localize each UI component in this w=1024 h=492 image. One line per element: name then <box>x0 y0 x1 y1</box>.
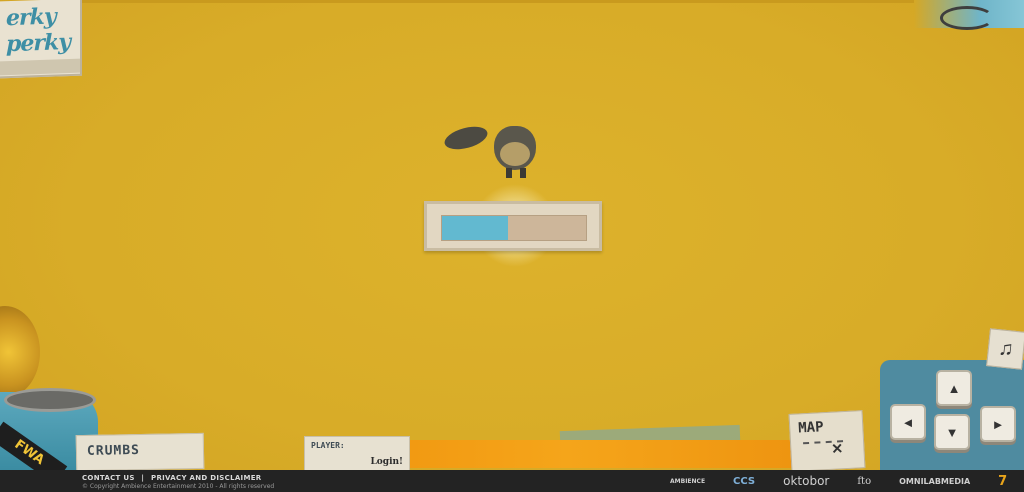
partner-logos: AMBIENCE CCS oktobor fto OMNILABMEDIA 7 <box>670 473 1007 489</box>
top-edge <box>80 0 914 3</box>
loading-bar-fill <box>442 216 509 240</box>
partner-oktobor[interactable]: oktobor <box>783 474 829 488</box>
loading-bar-track <box>441 215 587 241</box>
character-tail <box>442 122 490 154</box>
partner-fto[interactable]: fto <box>857 476 871 487</box>
speaker-icon <box>0 306 40 398</box>
crumbs-label: CRUMBS <box>86 443 141 459</box>
map-label: MAP <box>797 419 824 437</box>
privacy-link[interactable]: PRIVACY AND DISCLAIMER <box>151 474 261 482</box>
crumbs-panel[interactable]: CRUMBS <box>75 432 205 472</box>
footer-separator: | <box>141 474 145 482</box>
top-right-decoration <box>914 0 1024 30</box>
player-panel: PLAYER: Login! <box>304 436 410 472</box>
music-toggle-icon[interactable]: ♫ <box>986 328 1024 370</box>
map-button[interactable]: MAP ✕ <box>788 410 866 472</box>
logo-line-2: perky <box>6 28 70 58</box>
game-logo[interactable]: erky perky <box>0 0 82 79</box>
footer-bar: CONTACT US | PRIVACY AND DISCLAIMER © Co… <box>0 470 1024 492</box>
loading-panel <box>424 201 602 251</box>
scribble-icon <box>940 6 994 30</box>
right-arrow-key[interactable]: ► <box>980 406 1016 442</box>
partner-omnilab[interactable]: OMNILABMEDIA <box>899 477 970 486</box>
partner-ccs[interactable]: CCS <box>733 476 755 487</box>
player-label: PLAYER: <box>311 441 345 450</box>
logo-line-1: erky <box>6 3 56 32</box>
orange-paint-strip <box>410 440 800 468</box>
game-stage: erky perky FWA CRUMBS PLAYER: Login! MAP… <box>0 0 1024 492</box>
partner-ambience[interactable]: AMBIENCE <box>670 478 705 485</box>
left-arrow-key[interactable]: ◄ <box>890 404 926 440</box>
character-foot-left <box>506 168 512 178</box>
login-link[interactable]: Login! <box>370 457 403 467</box>
logo-tape <box>0 58 80 76</box>
down-arrow-key[interactable]: ▼ <box>934 414 970 450</box>
map-x-icon: ✕ <box>830 440 844 457</box>
copyright-text: © Copyright Ambience Entertainment 2010 … <box>82 483 275 490</box>
partner-seven[interactable]: 7 <box>998 474 1007 489</box>
contact-us-link[interactable]: CONTACT US <box>82 474 135 482</box>
up-arrow-key[interactable]: ▲ <box>936 370 972 406</box>
character-belly <box>500 142 530 166</box>
footer-links: CONTACT US | PRIVACY AND DISCLAIMER <box>82 474 262 482</box>
tin-can-lid <box>4 388 96 412</box>
character-foot-right <box>520 168 526 178</box>
